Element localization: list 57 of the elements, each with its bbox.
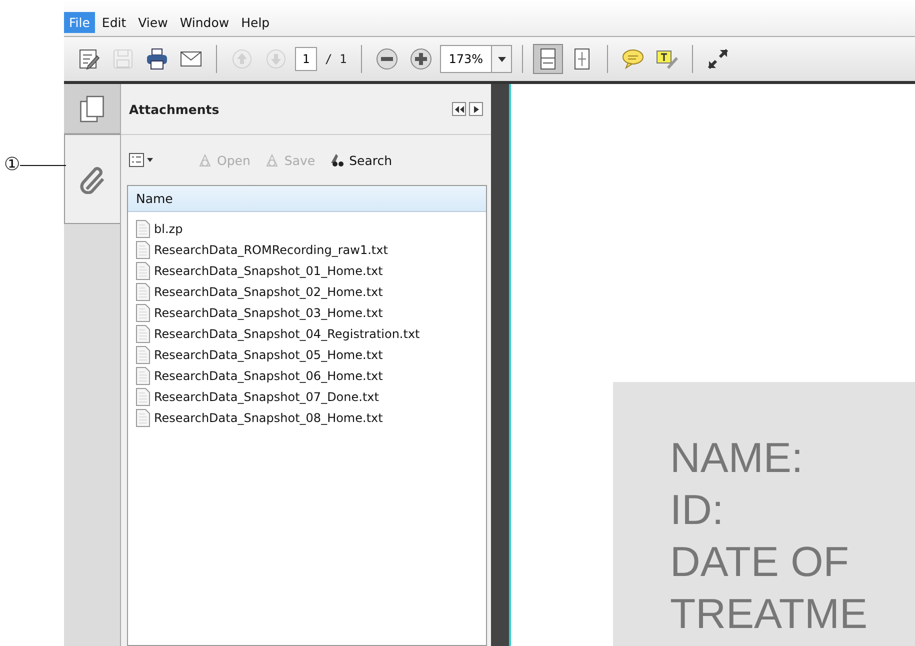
collapse-button[interactable]	[452, 102, 466, 116]
nav-tab[interactable]	[64, 134, 120, 224]
file-icon	[136, 346, 150, 364]
menu-item[interactable]: View	[133, 12, 173, 32]
double-left-arrow-icon	[454, 106, 464, 112]
options-button[interactable]	[129, 153, 155, 167]
file-name[interactable]: ResearchData_Snapshot_07_Done.txt	[154, 390, 379, 404]
file-name[interactable]: bl.zp	[154, 222, 183, 236]
menu-item[interactable]: Edit	[96, 12, 132, 32]
panel-action-button[interactable]: Search	[329, 152, 392, 168]
caret-icon	[498, 56, 506, 62]
list-options-icon	[129, 153, 155, 167]
file-name[interactable]: ResearchData_Snapshot_06_Home.txt	[154, 368, 383, 382]
expand-button[interactable]	[469, 102, 483, 116]
file-icon	[136, 408, 150, 426]
column-header[interactable]: Name	[128, 186, 486, 212]
file-icon	[136, 366, 150, 384]
menu-item[interactable]: Window	[174, 12, 234, 32]
file-icon	[136, 304, 150, 322]
edit-icon	[77, 47, 101, 71]
form-label: ID:	[670, 485, 725, 535]
form-label: NAME:	[670, 433, 804, 483]
menu-item[interactable]: Help	[236, 12, 275, 32]
pages-icon	[77, 94, 107, 124]
zoom-dropdown-button[interactable]	[491, 46, 511, 72]
file-name[interactable]: ResearchData_Snapshot_03_Home.txt	[154, 306, 383, 320]
file-icon	[136, 324, 150, 342]
file-name[interactable]: ResearchData_Snapshot_01_Home.txt	[154, 264, 383, 278]
zoomout-icon	[374, 47, 399, 71]
save-icon	[111, 47, 135, 71]
file-icon	[136, 388, 150, 406]
form-label: TREATME	[670, 589, 869, 639]
file-icon	[136, 240, 150, 258]
form-label: DATE OF	[670, 537, 850, 587]
expand-icon	[706, 47, 730, 71]
comment-icon	[621, 47, 645, 71]
right-arrow-icon	[474, 106, 478, 112]
file-name[interactable]: ResearchData_Snapshot_05_Home.txt	[154, 348, 383, 362]
file-icon	[136, 282, 150, 300]
file-name[interactable]: ResearchData_Snapshot_02_Home.txt	[154, 284, 383, 298]
file-name[interactable]: ResearchData_ROMRecording_raw1.txt	[154, 242, 388, 256]
page-total: / 1	[324, 52, 348, 66]
print-icon	[145, 47, 169, 71]
file-name[interactable]: ResearchData_Snapshot_08_Home.txt	[154, 410, 383, 424]
panel-title: Attachments	[129, 102, 220, 116]
next-icon	[264, 47, 288, 71]
zoomin-icon	[408, 47, 433, 71]
binoculars-icon	[329, 153, 346, 167]
panel-splitter[interactable]	[491, 84, 511, 646]
page-number-field[interactable]: 1	[295, 47, 317, 71]
callout-number: ①	[4, 155, 20, 175]
file-icon	[136, 262, 150, 280]
toolbar-button[interactable]	[533, 44, 563, 74]
nav-tab[interactable]	[64, 84, 120, 134]
file-icon	[136, 220, 150, 238]
file-name[interactable]: ResearchData_Snapshot_04_Registration.txt	[154, 326, 420, 340]
prev-icon	[230, 47, 254, 71]
